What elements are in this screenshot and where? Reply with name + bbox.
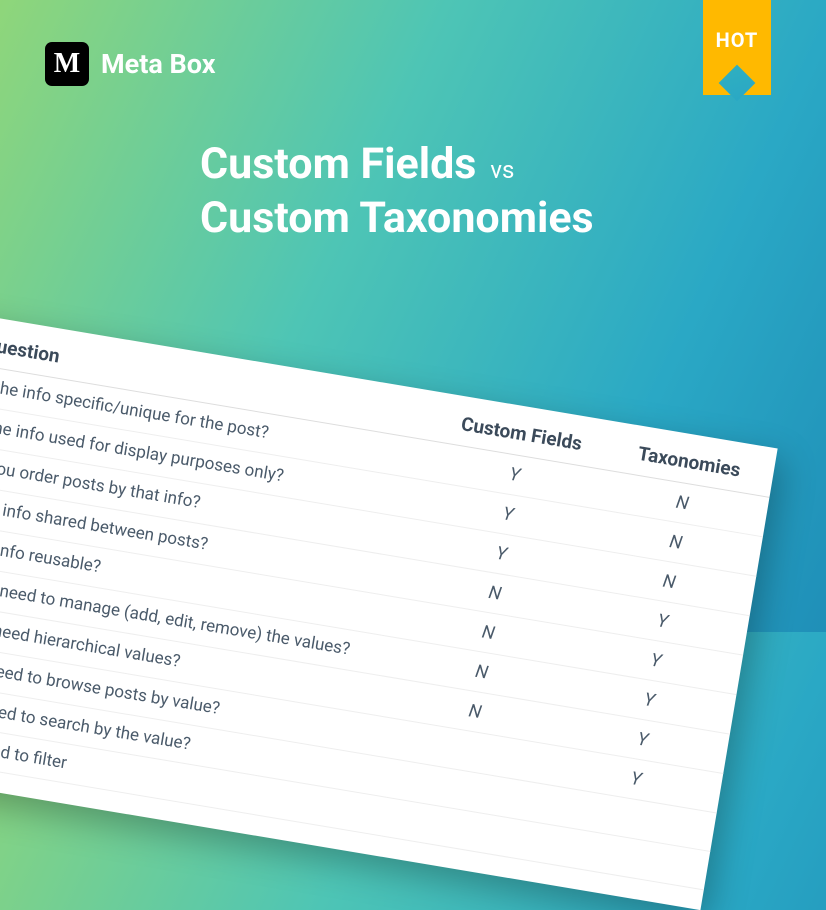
logo-mark-icon: M: [45, 42, 89, 86]
title-vs: vs: [490, 155, 514, 185]
hot-badge: HOT: [703, 0, 771, 95]
badge-label: HOT: [716, 28, 759, 52]
page-title: Custom Fields vs Custom Taxonomies: [200, 138, 594, 246]
logo-text: Meta Box: [101, 48, 215, 80]
brand-logo: M Meta Box: [45, 42, 215, 86]
title-line2: Custom Taxonomies: [200, 192, 594, 246]
comparison-table: Question Custom Fields Taxonomies Is the…: [0, 300, 778, 910]
title-line1: Custom Fields: [200, 138, 476, 192]
